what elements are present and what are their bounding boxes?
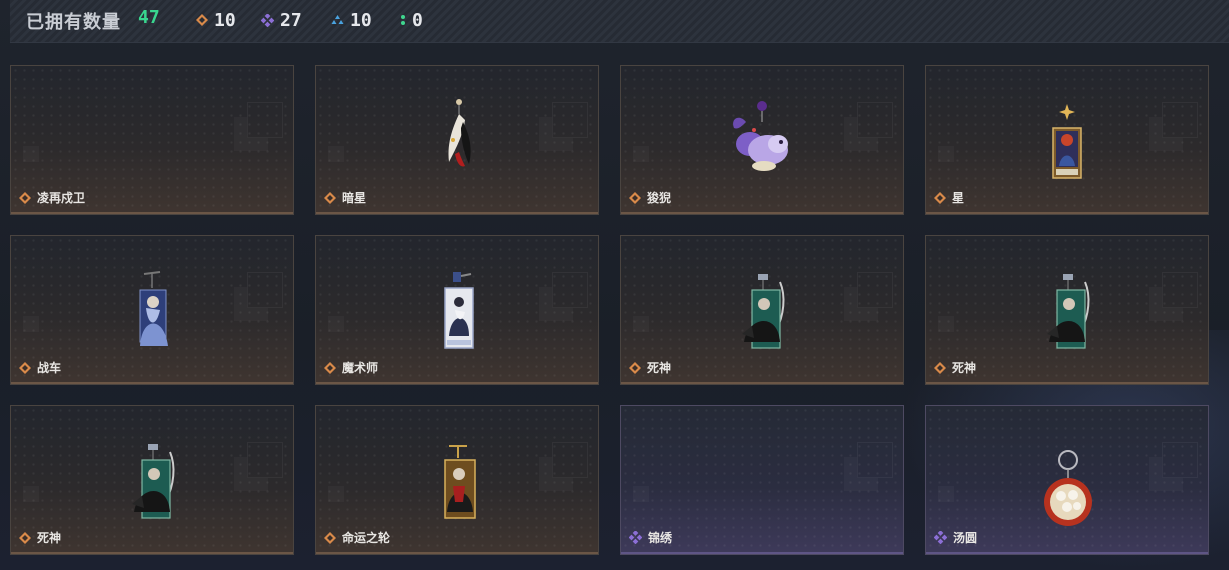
orange-rarity-count-value: 10 bbox=[214, 9, 236, 31]
charm-card[interactable]: 凌再戍卫 bbox=[10, 65, 294, 215]
chariot-card-image bbox=[139, 271, 168, 346]
charm-card[interactable]: 死神 bbox=[925, 235, 1209, 385]
charm-name: 狻猊 bbox=[647, 191, 672, 205]
death-card-image bbox=[1047, 274, 1090, 349]
orange-diamond-icon bbox=[629, 191, 641, 204]
star-card-image bbox=[1052, 104, 1082, 179]
card-pattern-decoration bbox=[857, 102, 893, 138]
wheel-card-image bbox=[444, 445, 476, 519]
orange-rarity-count: 10 bbox=[196, 9, 236, 31]
card-pattern-decoration bbox=[247, 102, 283, 138]
card-pattern-decoration bbox=[938, 486, 954, 502]
card-pattern-decoration bbox=[247, 442, 283, 478]
card-pattern-decoration bbox=[23, 486, 39, 502]
card-name-row: 汤圆 bbox=[934, 529, 977, 546]
card-pattern-decoration bbox=[938, 146, 954, 162]
collection-summary-bar: 已拥有数量 47 10 27 10 0 bbox=[10, 0, 1229, 43]
purple-rarity-count: 27 bbox=[261, 9, 302, 31]
green-rarity-count: 0 bbox=[400, 9, 423, 31]
orange-diamond-icon bbox=[324, 361, 336, 374]
charm-card[interactable]: 狻猊 bbox=[620, 65, 904, 215]
card-pattern-decoration bbox=[857, 442, 893, 478]
owned-count-label: 已拥有数量 bbox=[26, 12, 121, 33]
charm-name: 死神 bbox=[37, 531, 62, 545]
card-name-row: 狻猊 bbox=[629, 189, 671, 206]
charm-card[interactable]: 命运之轮 bbox=[315, 405, 599, 555]
orange-diamond-icon bbox=[19, 361, 31, 374]
charm-name: 死神 bbox=[952, 361, 977, 375]
card-pattern-decoration bbox=[552, 272, 588, 308]
card-pattern-decoration bbox=[552, 102, 588, 138]
card-name-row: 魔术师 bbox=[324, 359, 378, 376]
charm-card[interactable]: 星 bbox=[925, 65, 1209, 215]
charm-card[interactable]: 死神 bbox=[10, 405, 294, 555]
card-pattern-decoration bbox=[1162, 102, 1198, 138]
charm-name: 战车 bbox=[37, 361, 62, 375]
orange-diamond-icon bbox=[324, 191, 336, 204]
charm-card[interactable]: 战车 bbox=[10, 235, 294, 385]
orange-diamond-icon bbox=[934, 191, 946, 204]
orange-diamond-icon bbox=[196, 14, 208, 26]
blue-rarity-count-value: 10 bbox=[350, 9, 372, 31]
green-rarity-count-value: 0 bbox=[412, 9, 423, 31]
card-pattern-decoration bbox=[1162, 442, 1198, 478]
charm-card[interactable]: 死神 bbox=[620, 235, 904, 385]
card-pattern-decoration bbox=[1162, 272, 1198, 308]
charm-name: 魔术师 bbox=[342, 361, 379, 375]
card-pattern-decoration bbox=[633, 316, 649, 332]
charm-name: 星 bbox=[952, 191, 965, 205]
card-pattern-decoration bbox=[328, 486, 344, 502]
card-name-row: 死神 bbox=[19, 529, 61, 546]
lion-charm-image bbox=[733, 101, 788, 171]
card-name-row: 死神 bbox=[629, 359, 671, 376]
charm-name: 命运之轮 bbox=[342, 531, 391, 545]
magician-card-image bbox=[444, 272, 474, 349]
card-name-row: 锦绣 bbox=[629, 529, 672, 546]
orange-diamond-icon bbox=[19, 531, 31, 544]
death-card-image bbox=[742, 274, 785, 349]
orange-diamond-icon bbox=[629, 361, 641, 374]
charm-card[interactable]: 魔术师 bbox=[315, 235, 599, 385]
card-pattern-decoration bbox=[633, 486, 649, 502]
card-pattern-decoration bbox=[23, 316, 39, 332]
charm-collection-screen: 已拥有数量 47 10 27 10 0 凌再戍卫 暗星 狻猊 星 战车 魔术师 … bbox=[0, 0, 1229, 570]
card-name-row: 凌再戍卫 bbox=[19, 189, 85, 206]
card-name-row: 战车 bbox=[19, 359, 61, 376]
charm-name: 暗星 bbox=[342, 191, 367, 205]
charm-card[interactable]: 暗星 bbox=[315, 65, 599, 215]
orange-diamond-icon bbox=[324, 531, 336, 544]
card-pattern-decoration bbox=[328, 146, 344, 162]
blue-triangle-icon bbox=[331, 14, 344, 24]
charm-name: 凌再戍卫 bbox=[37, 191, 86, 205]
dumpling-charm-image bbox=[1044, 450, 1092, 526]
card-name-row: 星 bbox=[934, 189, 964, 206]
charm-card[interactable]: 汤圆 bbox=[925, 405, 1209, 555]
card-pattern-decoration bbox=[247, 272, 283, 308]
charm-name: 锦绣 bbox=[648, 531, 673, 545]
green-dots-icon bbox=[401, 15, 405, 25]
death-card-image bbox=[132, 444, 175, 519]
purple-diamond-icon bbox=[261, 13, 274, 27]
charm-name: 汤圆 bbox=[953, 531, 978, 545]
card-pattern-decoration bbox=[633, 146, 649, 162]
owned-count-value: 47 bbox=[138, 7, 160, 28]
blue-rarity-count: 10 bbox=[331, 9, 372, 31]
card-pattern-decoration bbox=[857, 272, 893, 308]
card-name-row: 暗星 bbox=[324, 189, 366, 206]
card-pattern-decoration bbox=[23, 146, 39, 162]
charm-card[interactable]: 锦绣 bbox=[620, 405, 904, 555]
card-pattern-decoration bbox=[938, 316, 954, 332]
purple-diamond-icon bbox=[934, 531, 947, 544]
orange-diamond-icon bbox=[19, 191, 31, 204]
card-pattern-decoration bbox=[552, 442, 588, 478]
feather-charm-image bbox=[448, 99, 471, 167]
purple-rarity-count-value: 27 bbox=[280, 9, 302, 31]
card-pattern-decoration bbox=[328, 316, 344, 332]
charm-name: 死神 bbox=[647, 361, 672, 375]
purple-diamond-icon bbox=[629, 531, 642, 544]
card-name-row: 命运之轮 bbox=[324, 529, 390, 546]
card-name-row: 死神 bbox=[934, 359, 976, 376]
orange-diamond-icon bbox=[934, 361, 946, 374]
